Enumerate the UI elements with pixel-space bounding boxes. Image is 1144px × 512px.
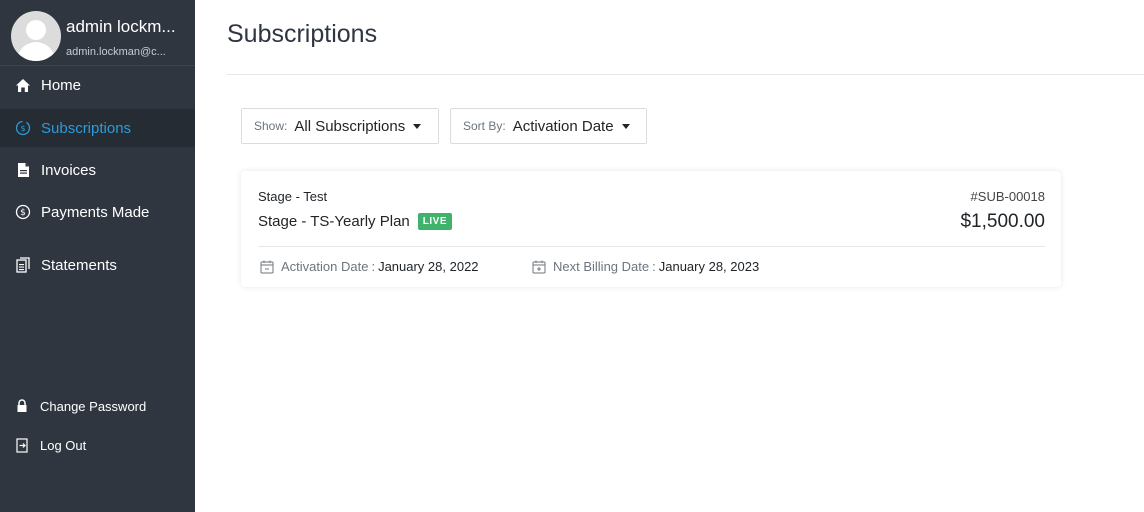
sort-by-dropdown[interactable]: Sort By: Activation Date: [450, 108, 647, 144]
sidebar-item-label: Subscriptions: [41, 119, 132, 137]
subscription-id: #SUB-00018: [970, 189, 1045, 204]
sidebar-item-subscriptions[interactable]: $ Subscriptions: [0, 109, 195, 147]
subscription-card[interactable]: Stage - Test #SUB-00018 Stage - TS-Yearl…: [241, 171, 1061, 287]
next-billing-date-value: January 28, 2023: [658, 259, 760, 274]
subscription-amount: $1,500.00: [960, 211, 1045, 232]
next-billing-date-info: Next Billing Date : January 28, 2023: [532, 259, 759, 274]
user-profile[interactable]: admin lockm... admin.lockman@c...: [0, 0, 195, 66]
activation-date-info: Activation Date : January 28, 2022: [260, 259, 479, 274]
page-title: Subscriptions: [227, 20, 378, 48]
change-password-link[interactable]: Change Password: [0, 391, 195, 421]
sidebar-item-label: Payments Made: [41, 203, 150, 221]
sidebar-item-label: Statements: [41, 256, 117, 274]
subscriptions-icon: $: [15, 120, 31, 136]
log-out-label: Log Out: [40, 437, 87, 453]
sidebar-item-label: Home: [41, 76, 82, 94]
sidebar-item-statements[interactable]: Statements: [0, 246, 195, 284]
show-filter-dropdown[interactable]: Show: All Subscriptions: [241, 108, 439, 144]
subscription-organization: Stage - Test: [258, 189, 328, 204]
svg-text:$: $: [20, 124, 25, 133]
svg-text:$: $: [20, 208, 26, 218]
plan-name: Stage - TS-Yearly Plan: [258, 213, 410, 230]
sidebar-item-invoices[interactable]: Invoices: [0, 151, 195, 189]
logout-icon: [15, 437, 29, 453]
card-divider: [258, 246, 1045, 247]
caret-down-icon: [413, 123, 422, 129]
show-filter-label: Show:: [254, 119, 288, 133]
status-badge: LIVE: [417, 213, 452, 230]
calendar-plus-icon: [532, 260, 546, 274]
next-billing-date-label: Next Billing Date: [553, 259, 650, 274]
log-out-link[interactable]: Log Out: [0, 430, 195, 460]
caret-down-icon: [621, 123, 630, 129]
document-icon: [15, 162, 31, 178]
title-divider: [227, 74, 1144, 75]
show-filter-value: All Subscriptions: [294, 117, 406, 135]
sort-by-label: Sort By:: [463, 119, 506, 133]
home-icon: [15, 77, 31, 93]
activation-date-label: Activation Date: [281, 259, 369, 274]
avatar: [11, 11, 61, 61]
profile-email: admin.lockman@c...: [66, 46, 166, 58]
profile-name: admin lockm...: [66, 17, 176, 36]
subscription-plan: Stage - TS-Yearly Plan LIVE: [258, 213, 452, 230]
statement-icon: [15, 257, 31, 273]
activation-date-value: January 28, 2022: [378, 259, 479, 274]
sidebar-item-home[interactable]: Home: [0, 66, 195, 104]
calendar-icon: [260, 260, 274, 274]
sidebar-item-label: Invoices: [41, 161, 97, 179]
sidebar-item-payments-made[interactable]: $ Payments Made: [0, 193, 195, 231]
lock-icon: [15, 399, 29, 413]
change-password-label: Change Password: [40, 398, 147, 414]
sidebar: admin lockm... admin.lockman@c... Home $…: [0, 0, 195, 512]
sort-by-value: Activation Date: [512, 117, 614, 135]
dollar-circle-icon: $: [15, 204, 31, 220]
